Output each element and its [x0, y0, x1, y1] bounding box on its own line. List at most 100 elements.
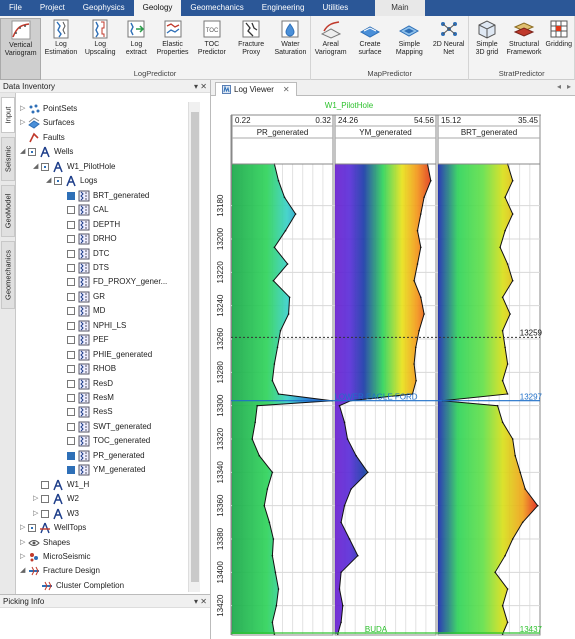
tree-node-resd[interactable]: ResD	[59, 377, 113, 391]
visibility-checkbox[interactable]	[41, 495, 49, 504]
menu-tab-main[interactable]: Main	[375, 0, 425, 16]
tree-node-brt-generated[interactable]: BRT_generated	[59, 189, 149, 203]
tree-node-fracture-design[interactable]: ◢ Fracture Design	[20, 564, 100, 578]
track-name-label: PR_generated	[257, 128, 309, 137]
tree-node-ress[interactable]: ResS	[59, 405, 113, 419]
tree-node-fd-proxy-gener-[interactable]: FD_PROXY_gener...	[59, 275, 167, 289]
tree-node-w3[interactable]: ▷ W3	[33, 507, 79, 521]
tree-node-nphi-ls[interactable]: NPHI_LS	[59, 319, 126, 333]
tree-node-cluster-completion[interactable]: Cluster Completion	[33, 579, 124, 592]
visibility-checkbox[interactable]	[28, 524, 36, 533]
tree-node-dtc[interactable]: DTC	[59, 247, 109, 261]
menu-tab-utilities[interactable]: Utilities	[313, 0, 357, 16]
side-tab-geomodel[interactable]: GeoModel	[1, 185, 15, 237]
tree-node-shapes[interactable]: ▷ Shapes	[20, 536, 70, 550]
collapse-arrow-icon[interactable]: ◢	[33, 160, 41, 174]
tree-node-w2[interactable]: ▷ W2	[33, 492, 79, 506]
tree-node-pr-generated[interactable]: PR_generated	[59, 449, 145, 463]
visibility-checkbox[interactable]	[67, 191, 75, 200]
visibility-checkbox[interactable]	[67, 379, 75, 388]
expand-arrow-icon[interactable]: ▷	[33, 507, 41, 521]
side-tab-input[interactable]: Input	[1, 97, 15, 133]
visibility-checkbox[interactable]	[67, 263, 75, 272]
tree-node-depth[interactable]: DEPTH	[59, 218, 120, 232]
visibility-checkbox[interactable]	[67, 206, 75, 215]
expand-arrow-icon[interactable]: ▷	[20, 102, 28, 116]
tree-node-w1-pilothole[interactable]: ◢ W1_PilotHole	[33, 160, 115, 174]
visibility-checkbox[interactable]	[41, 162, 49, 171]
expand-arrow-icon[interactable]: ▷	[20, 550, 28, 564]
expand-arrow-icon[interactable]: ▷	[33, 492, 41, 506]
tab-scroll-right-icon[interactable]: ▸	[567, 82, 571, 91]
visibility-checkbox[interactable]	[41, 480, 49, 489]
tree-node-toc-generated[interactable]: TOC_generated	[59, 434, 150, 448]
tree-node-resm[interactable]: ResM	[59, 391, 114, 405]
curve-point-brt-generated	[504, 554, 506, 557]
visibility-checkbox[interactable]	[67, 249, 75, 258]
visibility-checkbox[interactable]	[67, 466, 75, 475]
menu-tab-project[interactable]: Project	[31, 0, 74, 16]
visibility-checkbox[interactable]	[41, 509, 49, 518]
tree-node-label: DTS	[93, 262, 109, 272]
visibility-checkbox[interactable]	[67, 278, 75, 287]
collapse-arrow-icon[interactable]: ◢	[20, 145, 28, 159]
tree-node-w1-h[interactable]: W1_H	[33, 478, 89, 492]
side-tab-seismic[interactable]: Seismic	[1, 137, 15, 181]
tree-node-dts[interactable]: DTS	[59, 261, 109, 275]
menu-tab-geomechanics[interactable]: Geomechanics	[181, 0, 252, 16]
tree-node-welltops[interactable]: ▷ WellTops	[20, 521, 86, 535]
visibility-checkbox[interactable]	[67, 451, 75, 460]
panel-pin-close-icons[interactable]: ▾ ✕	[194, 80, 207, 93]
log-viewer-tab[interactable]: Log Viewer ✕	[215, 82, 297, 96]
tree-node-pef[interactable]: PEF	[59, 333, 109, 347]
menu-tab-file[interactable]: File	[0, 0, 31, 16]
tab-scroll-left-icon[interactable]: ◂	[557, 82, 561, 91]
tree-node-swt-generated[interactable]: SWT_generated	[59, 420, 151, 434]
tree-node-microseismic[interactable]: ▷ MicroSeismic	[20, 550, 91, 564]
well-icon	[53, 161, 63, 173]
expand-arrow-icon[interactable]: ▷	[20, 536, 28, 550]
menu-tab-engineering[interactable]: Engineering	[253, 0, 314, 16]
tree-node-logs[interactable]: ◢ Logs	[46, 174, 97, 188]
collapse-arrow-icon[interactable]: ◢	[46, 174, 54, 188]
tree-scrollbar[interactable]	[188, 102, 200, 592]
expand-arrow-icon[interactable]: ▷	[20, 116, 28, 130]
structural-framework-icon	[513, 22, 535, 37]
tree-node-wells[interactable]: ◢ Wells	[20, 145, 73, 159]
visibility-checkbox[interactable]	[28, 148, 36, 157]
visibility-checkbox[interactable]	[67, 350, 75, 359]
visibility-checkbox[interactable]	[67, 307, 75, 316]
tree-node-drho[interactable]: DRHO	[59, 232, 117, 246]
tree-node-pointsets[interactable]: ▷ PointSets	[20, 102, 77, 116]
log-viewer-canvas[interactable]: W1_PilotHole 0.22 0.32 PR_generated 24.26 54.…	[211, 96, 575, 639]
tree-node-rhob[interactable]: RHOB	[59, 362, 116, 376]
tree-node-label: MD	[93, 306, 106, 316]
visibility-checkbox[interactable]	[67, 321, 75, 330]
visibility-checkbox[interactable]	[67, 408, 75, 417]
picking-pin-close-icons[interactable]: ▾ ✕	[194, 595, 207, 608]
visibility-checkbox[interactable]	[54, 177, 62, 186]
visibility-checkbox[interactable]	[67, 336, 75, 345]
collapse-arrow-icon[interactable]: ◢	[20, 564, 28, 578]
visibility-checkbox[interactable]	[67, 422, 75, 431]
visibility-checkbox[interactable]	[67, 365, 75, 374]
visibility-checkbox[interactable]	[67, 220, 75, 229]
visibility-checkbox[interactable]	[67, 292, 75, 301]
tree-node-gr[interactable]: GR	[59, 290, 105, 304]
tree-node-phie-generated[interactable]: PHIE_generated	[59, 348, 152, 362]
tree-node-cal[interactable]: CAL	[59, 203, 109, 217]
menu-tab-geophysics[interactable]: Geophysics	[74, 0, 134, 16]
scrollbar-thumb[interactable]	[191, 112, 199, 582]
tree-node-md[interactable]: MD	[59, 304, 105, 318]
close-tab-icon[interactable]: ✕	[283, 83, 290, 97]
side-tab-geomechanics[interactable]: Geomechanics	[1, 241, 15, 309]
expand-arrow-icon[interactable]: ▷	[20, 521, 28, 535]
visibility-checkbox[interactable]	[67, 394, 75, 402]
visibility-checkbox[interactable]	[67, 235, 75, 244]
visibility-checkbox[interactable]	[67, 437, 75, 446]
tree-node-faults[interactable]: Faults	[20, 131, 65, 145]
tree-node-surfaces[interactable]: ▷ Surfaces	[20, 116, 75, 130]
log-tracks-chart[interactable]: W1_PilotHole 0.22 0.32 PR_generated 24.26 54.…	[211, 96, 575, 639]
menu-tab-geology[interactable]: Geology	[133, 0, 182, 16]
tree-node-ym-generated[interactable]: YM_generated	[59, 463, 145, 477]
